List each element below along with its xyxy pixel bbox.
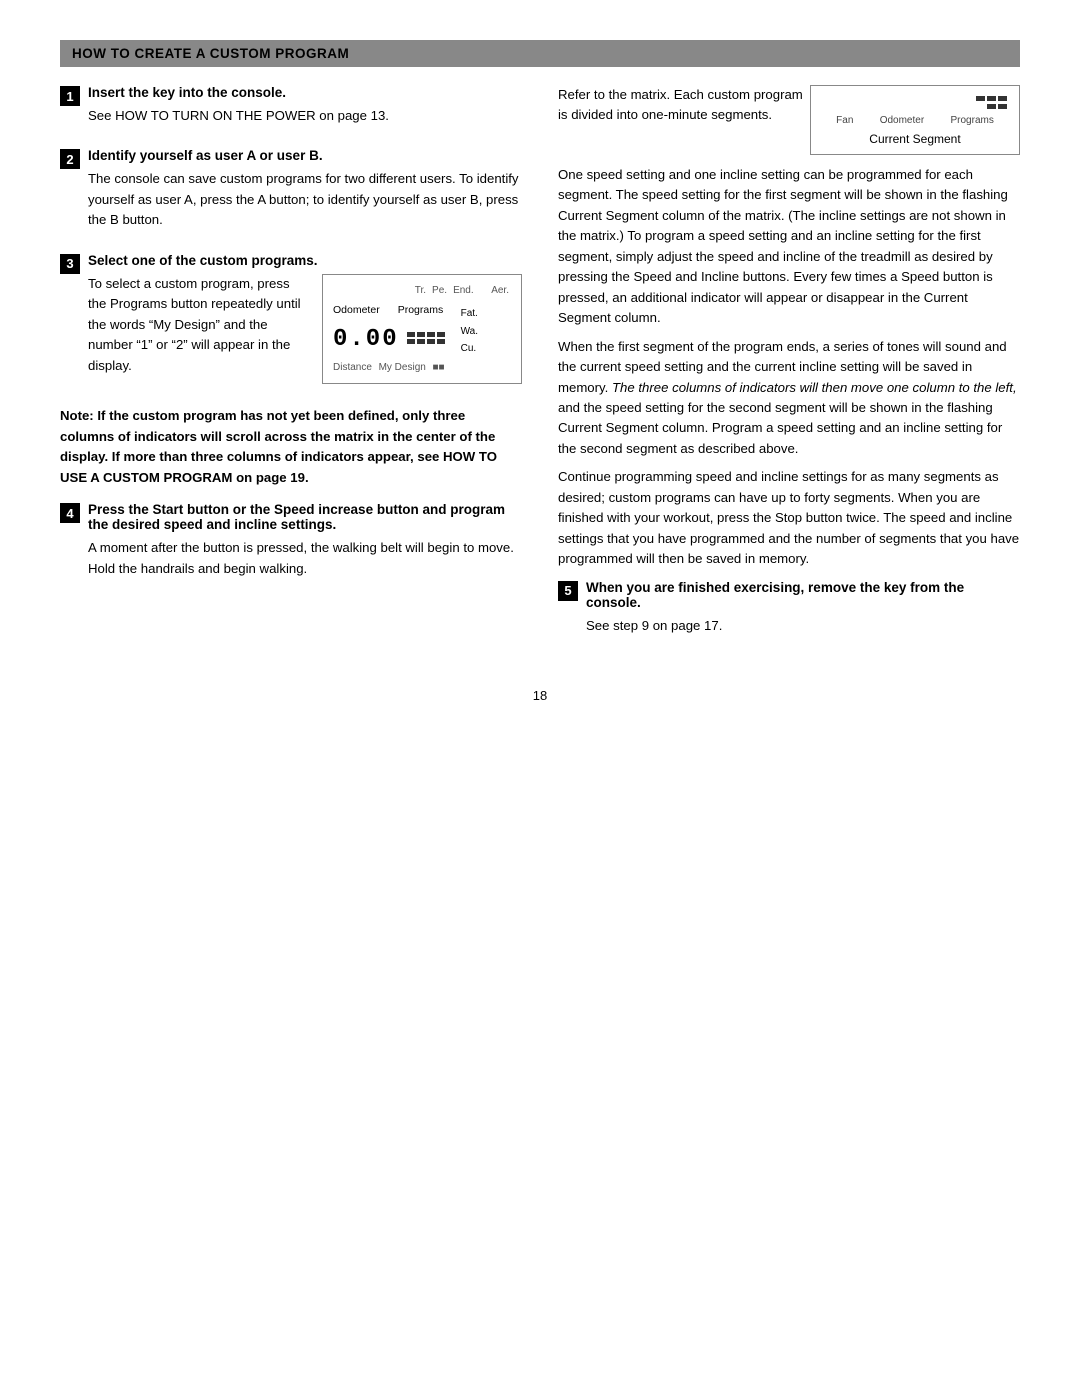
step-5-body: See step 9 on page 17. <box>586 616 1020 636</box>
indicator-block <box>417 332 425 337</box>
step-1-content: Insert the key into the console. See HOW… <box>88 85 522 134</box>
display-bottom: Distance My Design ■■ <box>333 360 445 376</box>
step-5: 5 When you are finished exercising, remo… <box>558 580 1020 644</box>
step-1: 1 Insert the key into the console. See H… <box>60 85 522 134</box>
diagram-labels: Fan Odometer Programs <box>823 115 1007 126</box>
indicator-block <box>407 332 415 337</box>
step-4: 4 Press the Start button or the Speed in… <box>60 502 522 587</box>
step-5-content: When you are finished exercising, remove… <box>586 580 1020 644</box>
step-2: 2 Identify yourself as user A or user B.… <box>60 148 522 238</box>
indicator-block <box>427 339 435 344</box>
diag-indicator <box>998 96 1007 101</box>
current-segment-label: Current Segment <box>823 132 1007 146</box>
section-header-title: HOW TO CREATE A CUSTOM PROGRAM <box>72 46 349 61</box>
display-top-labels: Tr. Pe. End. Aer. <box>333 283 511 299</box>
step-3-body: Tr. Pe. End. Aer. Odometer <box>88 274 522 392</box>
step-4-number: 4 <box>60 503 80 523</box>
step-3-content: Select one of the custom programs. Tr. P… <box>88 253 522 392</box>
step-4-body: A moment after the button is pressed, th… <box>88 538 522 579</box>
indicator-block <box>427 332 435 337</box>
left-column: 1 Insert the key into the console. See H… <box>60 85 522 658</box>
page-number: 18 <box>60 688 1020 703</box>
step-2-title: Identify yourself as user A or user B. <box>88 148 522 163</box>
display-number: 0.00 <box>333 321 399 358</box>
two-col-layout: 1 Insert the key into the console. See H… <box>60 85 1020 658</box>
display-col-labels: Odometer Programs <box>333 302 445 318</box>
display-diagram: Tr. Pe. End. Aer. Odometer <box>322 274 522 384</box>
current-segment-diagram: Fan Odometer Programs Current Segment <box>810 85 1020 155</box>
step-5-title: When you are finished exercising, remove… <box>586 580 1020 610</box>
indicator-block <box>417 339 425 344</box>
step-3: 3 Select one of the custom programs. Tr.… <box>60 253 522 392</box>
step-1-number: 1 <box>60 86 80 106</box>
diag-indicator <box>987 96 996 101</box>
page-container: HOW TO CREATE A CUSTOM PROGRAM 1 Insert … <box>60 40 1020 703</box>
right-body-text: One speed setting and one incline settin… <box>558 165 1020 570</box>
indicator-block <box>407 339 415 344</box>
indicator-block <box>437 339 445 344</box>
step-3-number: 3 <box>60 254 80 274</box>
right-column: Fan Odometer Programs Current Segment Re… <box>558 85 1020 658</box>
step-1-title: Insert the key into the console. <box>88 85 522 100</box>
diag-indicator <box>976 96 985 101</box>
right-intro-section: Fan Odometer Programs Current Segment Re… <box>558 85 1020 165</box>
step-2-body: The console can save custom programs for… <box>88 169 522 230</box>
step-note: Note: If the custom program has not yet … <box>60 406 522 488</box>
indicator-block <box>437 332 445 337</box>
step-1-body: See HOW TO TURN ON THE POWER on page 13. <box>88 106 522 126</box>
diag-indicator <box>987 104 996 109</box>
section-header: HOW TO CREATE A CUSTOM PROGRAM <box>60 40 1020 67</box>
diag-indicator <box>998 104 1007 109</box>
step-2-number: 2 <box>60 149 80 169</box>
step-5-number: 5 <box>558 581 578 601</box>
step-2-content: Identify yourself as user A or user B. T… <box>88 148 522 238</box>
step-3-title: Select one of the custom programs. <box>88 253 522 268</box>
italic-phrase: The three columns of indicators will the… <box>612 380 1017 395</box>
step-4-content: Press the Start button or the Speed incr… <box>88 502 522 587</box>
step-4-title: Press the Start button or the Speed incr… <box>88 502 522 532</box>
